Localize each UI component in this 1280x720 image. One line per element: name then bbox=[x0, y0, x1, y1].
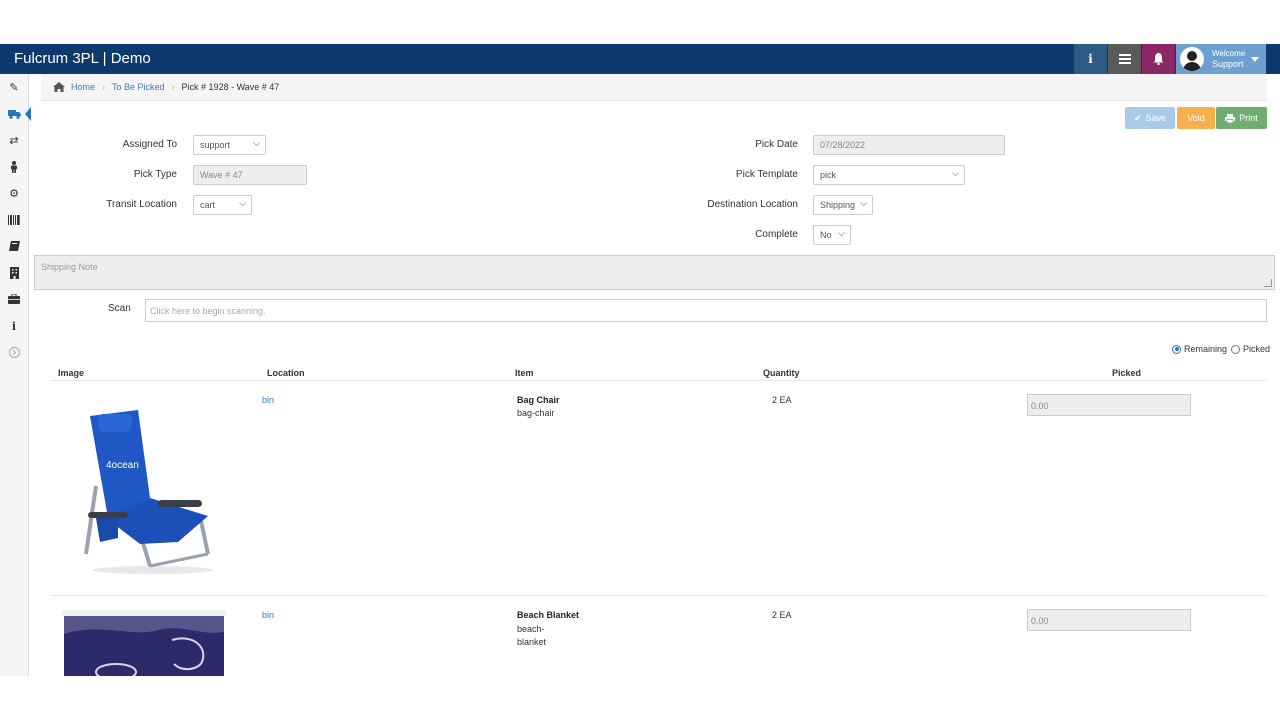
void-button[interactable]: Void bbox=[1177, 107, 1215, 129]
list-icon bbox=[1118, 54, 1131, 64]
app-frame: Fulcrum 3PL | Demo i Welcome Support ✎ ⇄… bbox=[0, 44, 1280, 676]
row-divider bbox=[50, 595, 1267, 596]
briefcase-icon[interactable] bbox=[0, 286, 28, 312]
info-button[interactable]: i bbox=[1074, 44, 1107, 74]
complete-select[interactable]: No bbox=[813, 225, 851, 245]
complete-label: Complete bbox=[755, 229, 798, 240]
picked-input[interactable]: 0.00 bbox=[1027, 394, 1191, 416]
scan-input[interactable]: Click here to begin scanning. bbox=[145, 299, 1267, 322]
chevron-down-icon bbox=[1251, 56, 1260, 62]
info-icon[interactable]: i bbox=[0, 313, 28, 339]
pick-date-field[interactable]: 07/28/2022 bbox=[813, 135, 1005, 155]
location-link[interactable]: bin bbox=[262, 610, 274, 620]
book-icon[interactable] bbox=[0, 233, 28, 259]
transfer-icon[interactable]: ⇄ bbox=[0, 127, 28, 153]
assigned-to-label: Assigned To bbox=[122, 139, 177, 150]
pencil-icon[interactable]: ✎ bbox=[0, 74, 28, 100]
chair-brand-text: 4ocean bbox=[106, 460, 139, 471]
scan-label: Scan bbox=[108, 303, 131, 314]
breadcrumb: Home › To Be Picked › Pick # 1928 - Wave… bbox=[41, 74, 1267, 101]
app-title: Fulcrum 3PL | Demo bbox=[14, 50, 151, 67]
picked-filter: Remaining Picked bbox=[1172, 344, 1270, 354]
print-button[interactable]: Print bbox=[1216, 107, 1267, 129]
item-sku: beach-blanket bbox=[517, 624, 547, 647]
picked-radio-label: Picked bbox=[1243, 344, 1271, 354]
item-name: Beach Blanket bbox=[517, 610, 580, 620]
top-navbar: Fulcrum 3PL | Demo i Welcome Support bbox=[0, 44, 1280, 74]
menu-button[interactable] bbox=[1108, 44, 1141, 74]
assigned-to-select[interactable]: support bbox=[193, 135, 266, 155]
item-sku: bag-chair bbox=[517, 408, 555, 418]
destination-location-label: Destination Location bbox=[707, 199, 798, 210]
location-link[interactable]: bin bbox=[262, 395, 274, 405]
pick-template-label: Pick Template bbox=[735, 169, 798, 180]
column-header-picked: Picked bbox=[1112, 368, 1142, 378]
home-icon[interactable] bbox=[53, 82, 65, 92]
truck-icon[interactable] bbox=[0, 101, 31, 127]
pick-type-label: Pick Type bbox=[133, 169, 177, 180]
picked-input[interactable]: 0.00 bbox=[1027, 609, 1191, 631]
resize-handle[interactable] bbox=[1264, 279, 1272, 287]
quantity-value: 2 EA bbox=[772, 395, 792, 405]
notifications-button[interactable] bbox=[1142, 44, 1175, 74]
user-menu[interactable]: Welcome Support bbox=[1176, 44, 1266, 74]
remaining-radio-label: Remaining bbox=[1184, 344, 1228, 354]
picked-radio[interactable] bbox=[1231, 344, 1241, 354]
transit-location-select[interactable]: cart bbox=[193, 195, 252, 215]
expand-icon[interactable] bbox=[0, 339, 28, 365]
header-divider bbox=[50, 380, 1267, 381]
avatar bbox=[1180, 47, 1204, 71]
bag-chair-image: 4ocean bbox=[84, 410, 213, 574]
person-icon[interactable] bbox=[0, 154, 28, 180]
pick-type-field[interactable]: Wave # 47 bbox=[193, 165, 307, 185]
pick-date-label: Pick Date bbox=[755, 139, 798, 150]
breadcrumb-to-be-picked[interactable]: To Be Picked bbox=[112, 82, 165, 92]
shipping-note-field[interactable]: Shipping Note bbox=[34, 255, 1275, 290]
breadcrumb-separator: › bbox=[171, 82, 175, 92]
welcome-label: Welcome bbox=[1212, 49, 1246, 58]
breadcrumb-current: Pick # 1928 - Wave # 47 bbox=[181, 82, 280, 92]
transit-location-label: Transit Location bbox=[106, 199, 177, 210]
quantity-value: 2 EA bbox=[772, 610, 792, 620]
breadcrumb-separator: › bbox=[102, 82, 106, 92]
pick-template-select[interactable]: pick bbox=[813, 165, 965, 185]
check-icon: ✔ bbox=[1133, 112, 1142, 123]
column-header-item: Item bbox=[515, 368, 534, 378]
column-header-image: Image bbox=[58, 368, 85, 378]
column-header-location: Location bbox=[267, 368, 305, 378]
info-icon: i bbox=[1088, 52, 1093, 66]
building-icon[interactable] bbox=[0, 260, 28, 286]
print-icon bbox=[1225, 113, 1236, 123]
destination-location-select[interactable]: Shipping bbox=[813, 195, 873, 215]
remaining-radio[interactable] bbox=[1172, 344, 1181, 354]
user-name: Support bbox=[1212, 59, 1244, 69]
breadcrumb-home[interactable]: Home bbox=[71, 82, 95, 92]
save-button[interactable]: ✔ Save bbox=[1125, 107, 1175, 129]
item-name: Bag Chair bbox=[517, 395, 560, 405]
gear-icon[interactable]: ⚙ bbox=[0, 180, 28, 206]
barcode-icon[interactable] bbox=[0, 207, 28, 233]
bell-icon bbox=[1153, 53, 1164, 65]
column-header-quantity: Quantity bbox=[763, 368, 800, 378]
sidebar: ✎ ⇄ ⚙ i bbox=[0, 74, 31, 676]
beach-blanket-image bbox=[62, 610, 226, 676]
shipping-note-placeholder: Shipping Note bbox=[41, 262, 98, 272]
